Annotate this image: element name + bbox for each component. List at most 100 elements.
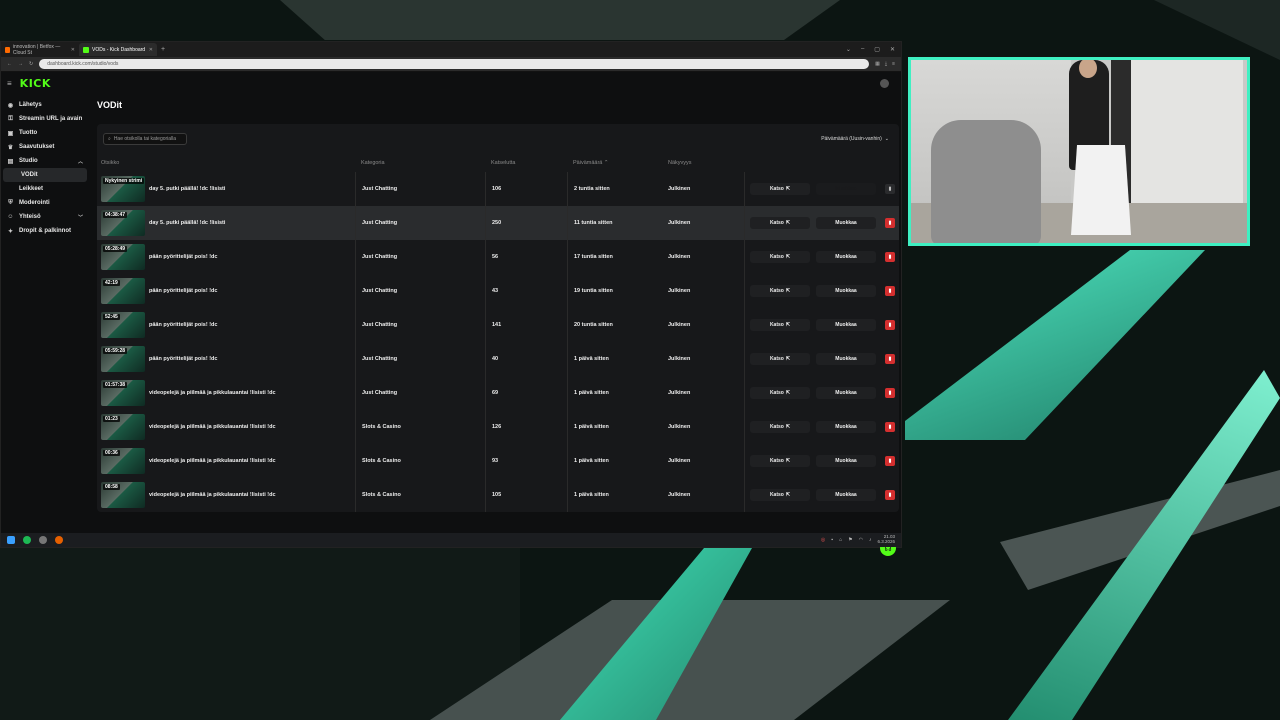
table-row[interactable]: 01:57:38 videopelejä ja piilmää ja pikkul… [97, 376, 899, 410]
vod-thumbnail[interactable]: 05:28:49 [101, 244, 145, 270]
browser-tab-active[interactable]: VODs - Kick Dashboard ✕ [79, 43, 157, 56]
table-row[interactable]: 05:59:28 pään pyörittelijät pois! !dc Just… [97, 342, 899, 376]
watch-label: Katso [769, 492, 784, 498]
sort-dropdown[interactable]: Päivämäärä (Uusin-vanhin) ⌄ [821, 136, 893, 142]
edit-button[interactable]: Muokkaa [816, 421, 876, 433]
tray-icon[interactable]: ▪ [831, 537, 833, 543]
sidebar-item-stream-key[interactable]: ⚿ Streamin URL ja avain [1, 112, 89, 126]
header-title[interactable]: Otsikko [97, 160, 355, 166]
edit-label: Muokkaa [835, 458, 857, 464]
table-row[interactable]: 52:45 pään pyörittelijät pois! !dc Just Ch… [97, 308, 899, 342]
edit-button[interactable]: Muokkaa [816, 489, 876, 501]
delete-button[interactable]: ▮ [885, 184, 895, 194]
new-tab-icon[interactable]: + [157, 46, 169, 53]
edit-button[interactable]: Muokkaa [816, 319, 876, 331]
app-icon[interactable] [39, 536, 47, 544]
vod-thumbnail[interactable]: Nykyinen strimi [101, 176, 145, 202]
close-icon[interactable]: ✕ [71, 47, 75, 53]
chevron-down-icon[interactable]: ⌄ [846, 46, 851, 53]
wifi-icon[interactable]: ◠ [859, 537, 863, 543]
volume-icon[interactable]: ♪ [869, 537, 872, 543]
maximize-icon[interactable]: ▢ [874, 46, 880, 53]
edit-button[interactable]: Muokkaa [816, 183, 876, 195]
hamburger-icon[interactable]: ≡ [7, 79, 12, 88]
header-category[interactable]: Kategoria [355, 154, 485, 172]
browser-tab[interactable]: innovation | Betfox — Cloud St ✕ [1, 43, 79, 56]
close-icon[interactable]: ✕ [149, 47, 153, 53]
watch-button[interactable]: Katso ⇱ [750, 285, 810, 297]
sort-label: Päivämäärä (Uusin-vanhin) [821, 136, 882, 142]
sidebar-item-broadcast[interactable]: ◉ Lähetys [1, 98, 89, 112]
watch-button[interactable]: Katso ⇱ [750, 353, 810, 365]
vod-thumbnail[interactable]: 01:23 [101, 414, 145, 440]
delete-button[interactable]: ▮ [885, 490, 895, 500]
url-field[interactable]: dashboard.kick.com/studio/vods [39, 59, 870, 69]
delete-button[interactable]: ▮ [885, 354, 895, 364]
tray-icon[interactable]: ⌂ [839, 537, 842, 543]
delete-button[interactable]: ▮ [885, 422, 895, 432]
table-row[interactable]: 05:28:49 pään pyörittelijät pois! !dc Just… [97, 240, 899, 274]
watch-button[interactable]: Katso ⇱ [750, 489, 810, 501]
firefox-icon[interactable] [55, 536, 63, 544]
watch-button[interactable]: Katso ⇱ [750, 251, 810, 263]
table-row[interactable]: 01:23 videopelejä ja piilmää ja pikkulaua… [97, 410, 899, 444]
sidebar-item-achievements[interactable]: ♛ Saavutukset [1, 140, 89, 154]
menu-icon[interactable]: ≡ [892, 61, 895, 67]
delete-button[interactable]: ▮ [885, 456, 895, 466]
reload-icon[interactable]: ↻ [29, 61, 33, 67]
watch-button[interactable]: Katso ⇱ [750, 421, 810, 433]
minimize-icon[interactable]: – [861, 46, 864, 53]
table-row[interactable]: Nykyinen strimi day 5. putki päällä! !dc … [97, 172, 899, 206]
table-row[interactable]: 04:38:47 day 5. putki päällä! !dc !lisist… [97, 206, 899, 240]
edit-button[interactable]: Muokkaa [816, 387, 876, 399]
table-row[interactable]: 42:19 pään pyörittelijät pois! !dc Just Ch… [97, 274, 899, 308]
watch-button[interactable]: Katso ⇱ [750, 387, 810, 399]
watch-button[interactable]: Katso ⇱ [750, 217, 810, 229]
watch-button[interactable]: Katso ⇱ [750, 183, 810, 195]
sidebar-item-community[interactable]: ☺ Yhteisö ﹀ [1, 210, 89, 224]
tray-icon[interactable]: ◎ [821, 537, 825, 543]
header-visibility[interactable]: Näkyvyys [662, 154, 744, 172]
clock[interactable]: 21.03 6.3.2026 [877, 534, 895, 545]
sidebar-item-vods[interactable]: VODit [3, 168, 87, 182]
avatar[interactable] [880, 78, 889, 88]
table-row[interactable]: 08:58 videopelejä ja piilmää ja pikkulaua… [97, 478, 899, 512]
forward-icon[interactable]: → [18, 61, 23, 67]
vod-thumbnail[interactable]: 08:58 [101, 482, 145, 508]
sidebar-item-drops[interactable]: ✦ Dropit & palkinnot [1, 224, 89, 238]
sidebar-item-revenue[interactable]: ▣ Tuotto [1, 126, 89, 140]
windows-start-icon[interactable] [7, 536, 15, 544]
edit-button[interactable]: Muokkaa [816, 285, 876, 297]
tray-icon[interactable]: ⚑ [848, 537, 852, 543]
vod-thumbnail[interactable]: 42:19 [101, 278, 145, 304]
edit-button[interactable]: Muokkaa [816, 455, 876, 467]
header-date[interactable]: Päivämäärä ⌃ [567, 154, 662, 172]
vod-thumbnail[interactable]: 04:38:47 [101, 210, 145, 236]
search-input[interactable]: ⌕ Hae otsikolla tai kategorialla [103, 133, 187, 145]
delete-button[interactable]: ▮ [885, 286, 895, 296]
delete-button[interactable]: ▮ [885, 320, 895, 330]
extensions-icon[interactable]: ▦ [875, 61, 880, 67]
delete-button[interactable]: ▮ [885, 252, 895, 262]
back-icon[interactable]: ← [7, 61, 12, 67]
edit-button[interactable]: Muokkaa [816, 251, 876, 263]
edit-button[interactable]: Muokkaa [816, 217, 876, 229]
delete-button[interactable]: ▮ [885, 388, 895, 398]
spotify-icon[interactable] [23, 536, 31, 544]
vod-thumbnail[interactable]: 05:59:28 [101, 346, 145, 372]
sidebar-item-studio[interactable]: ▤ Studio ︿ [1, 154, 89, 168]
watch-button[interactable]: Katso ⇱ [750, 455, 810, 467]
kick-logo[interactable]: KICK [20, 77, 51, 90]
downloads-icon[interactable]: ⤓ [885, 61, 887, 67]
close-window-icon[interactable]: ✕ [890, 46, 895, 53]
vod-thumbnail[interactable]: 01:57:38 [101, 380, 145, 406]
header-views[interactable]: Katselutta [485, 154, 567, 172]
table-row[interactable]: 00:36 videopelejä ja piilmää ja pikkulaua… [97, 444, 899, 478]
sidebar-item-moderation[interactable]: ⛨ Moderointi [1, 196, 89, 210]
sidebar-item-clips[interactable]: Leikkeet [1, 182, 89, 196]
edit-button[interactable]: Muokkaa [816, 353, 876, 365]
vod-thumbnail[interactable]: 00:36 [101, 448, 145, 474]
delete-button[interactable]: ▮ [885, 218, 895, 228]
vod-thumbnail[interactable]: 52:45 [101, 312, 145, 338]
watch-button[interactable]: Katso ⇱ [750, 319, 810, 331]
